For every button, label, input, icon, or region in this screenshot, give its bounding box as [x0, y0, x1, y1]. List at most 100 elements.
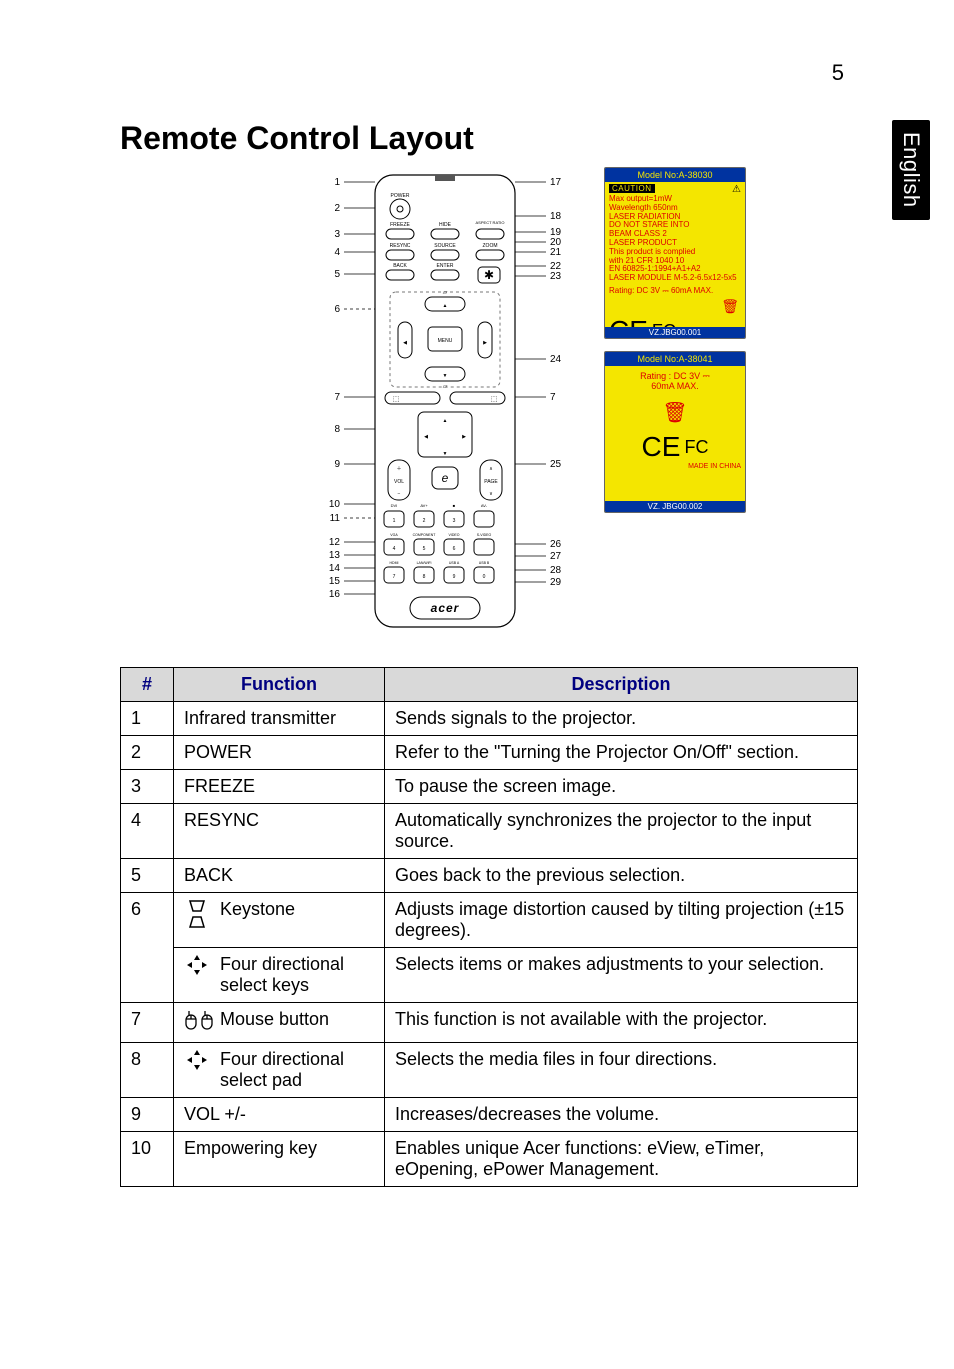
svg-text:HDMI: HDMI	[390, 561, 399, 565]
svg-text:VOL: VOL	[394, 479, 404, 485]
page-title: Remote Control Layout	[120, 120, 858, 157]
table-row: 1 Infrared transmitter Sends signals to …	[121, 702, 858, 736]
mouse-icon	[184, 1009, 210, 1036]
callout-21: 21	[550, 247, 562, 258]
compliance-label-top: Model No:A-38030 CAUTION ⚠ Max output=1m…	[604, 167, 746, 339]
compliance-labels: Model No:A-38030 CAUTION ⚠ Max output=1m…	[604, 167, 746, 513]
svg-text:✱: ✱	[484, 268, 494, 282]
callout-17: 17	[550, 177, 562, 188]
svg-text:−: −	[398, 491, 401, 497]
table-row: 10 Empowering key Enables unique Acer fu…	[121, 1131, 858, 1186]
svg-text:◀: ◀	[424, 434, 428, 440]
callout-25: 25	[550, 459, 562, 470]
cl-top-model: Model No:A-38030	[605, 168, 745, 182]
svg-text:e: e	[442, 471, 449, 485]
table-row: 7	[121, 1003, 858, 1043]
callout-7r: 7	[550, 392, 556, 403]
table-row: 6 Keystone Adjusts image distortion caus…	[121, 893, 858, 948]
caution-tag: CAUTION	[609, 184, 655, 193]
callout-7: 7	[334, 392, 340, 403]
table-row: Four directional select keys Selects ite…	[121, 948, 858, 1003]
svg-text:▲: ▲	[443, 303, 448, 309]
svg-text:PAGE: PAGE	[484, 479, 498, 485]
svg-text:2: 2	[423, 518, 426, 524]
cl-bot-marks: CE FC	[605, 425, 745, 463]
table-row: 4 RESYNC Automatically synchronizes the …	[121, 804, 858, 859]
callout-4: 4	[334, 247, 340, 258]
cl-top-rating: Rating: DC 3V ⎓ 60mA MAX.	[605, 285, 745, 298]
callout-11: 11	[330, 513, 341, 524]
table-row: 5 BACK Goes back to the previous selecti…	[121, 859, 858, 893]
cl-top-footer: VZ.JBG00.001	[605, 327, 745, 338]
svg-text:POWER: POWER	[391, 193, 410, 199]
cl-bot-rating: Rating : DC 3V ⎓ 60mA MAX.	[605, 366, 745, 394]
svg-text:▶: ▶	[462, 434, 466, 440]
svg-text:FREEZE: FREEZE	[390, 222, 410, 228]
svg-text:∨: ∨	[489, 491, 493, 497]
callout-9: 9	[334, 459, 340, 470]
svg-text:VIDEO: VIDEO	[449, 533, 460, 537]
svg-text:⬚: ⬚	[491, 396, 498, 403]
svg-text:LAN/WiFi: LAN/WiFi	[417, 561, 432, 565]
svg-text:9: 9	[453, 574, 456, 580]
table-row: 3 FREEZE To pause the screen image.	[121, 770, 858, 804]
callout-26: 26	[550, 539, 562, 550]
table-row: 2 POWER Refer to the "Turning the Projec…	[121, 736, 858, 770]
svg-text:＋: ＋	[396, 466, 401, 472]
svg-text:▶: ▶	[483, 340, 487, 346]
callout-5: 5	[334, 269, 340, 280]
svg-text:▱: ▱	[443, 290, 448, 296]
svg-text:0: 0	[483, 574, 486, 580]
svg-text:AV-: AV-	[481, 503, 488, 508]
svg-text:USB B: USB B	[479, 561, 490, 565]
cl-bot-model: Model No:A-38041	[605, 352, 745, 366]
svg-text:BACK: BACK	[393, 263, 407, 269]
callout-23: 23	[550, 271, 562, 282]
callout-24: 24	[550, 354, 562, 365]
callout-12: 12	[329, 537, 341, 548]
svg-text:8: 8	[423, 574, 426, 580]
callout-6: 6	[334, 304, 340, 315]
callout-10: 10	[329, 499, 341, 510]
fn-label: Four directional select pad	[220, 1049, 374, 1091]
keystone-icon	[184, 899, 210, 934]
cl-top-text: Max output=1mW Wavelength 650nm LASER RA…	[605, 193, 745, 285]
svg-text:ASPECT RATIO: ASPECT RATIO	[476, 220, 505, 225]
callout-13: 13	[329, 550, 341, 561]
svg-text:▱: ▱	[443, 384, 448, 390]
trash-icon: 🗑	[721, 298, 739, 314]
svg-text:DVI: DVI	[391, 503, 398, 508]
callout-8: 8	[334, 424, 340, 435]
svg-text:ZOOM: ZOOM	[483, 243, 498, 249]
fcc-mark-icon: FC	[684, 438, 708, 456]
page-number: 5	[832, 60, 844, 86]
svg-text:USB A: USB A	[449, 561, 460, 565]
svg-text:VGA: VGA	[390, 533, 398, 537]
cl-bot-made: MADE IN CHINA	[605, 463, 745, 470]
callout-29: 29	[550, 577, 562, 588]
cl-bot-footer: VZ. JBG00.002	[605, 501, 745, 512]
fn-label: Four directional select keys	[220, 954, 374, 996]
fn-label: Keystone	[220, 899, 295, 920]
svg-text:ENTER: ENTER	[437, 263, 454, 269]
callout-27: 27	[550, 551, 562, 562]
svg-text:∧: ∧	[489, 466, 493, 472]
functions-table: # Function Description 1 Infrared transm…	[120, 667, 858, 1187]
svg-text:S-VIDEO: S-VIDEO	[477, 533, 492, 537]
svg-text:SOURCE: SOURCE	[434, 243, 456, 249]
callout-14: 14	[329, 563, 341, 574]
callout-28: 28	[550, 565, 562, 576]
svg-text:◀: ◀	[403, 340, 407, 346]
callout-1: 1	[334, 177, 340, 188]
svg-text:MENU: MENU	[438, 338, 453, 344]
callout-3: 3	[334, 229, 340, 240]
callout-15: 15	[329, 576, 341, 587]
svg-text:▲: ▲	[443, 418, 448, 424]
remote-diagram: 1 2 3 4 5 6 7 8 9 10 11 12 13 14 15 16 1…	[320, 167, 580, 637]
ce-mark-icon: CE	[642, 433, 681, 461]
svg-text:HIDE: HIDE	[439, 222, 452, 228]
th-num: #	[121, 668, 174, 702]
svg-text:▼: ▼	[443, 451, 448, 457]
svg-text:4: 4	[393, 546, 396, 552]
svg-text:1: 1	[393, 518, 396, 524]
